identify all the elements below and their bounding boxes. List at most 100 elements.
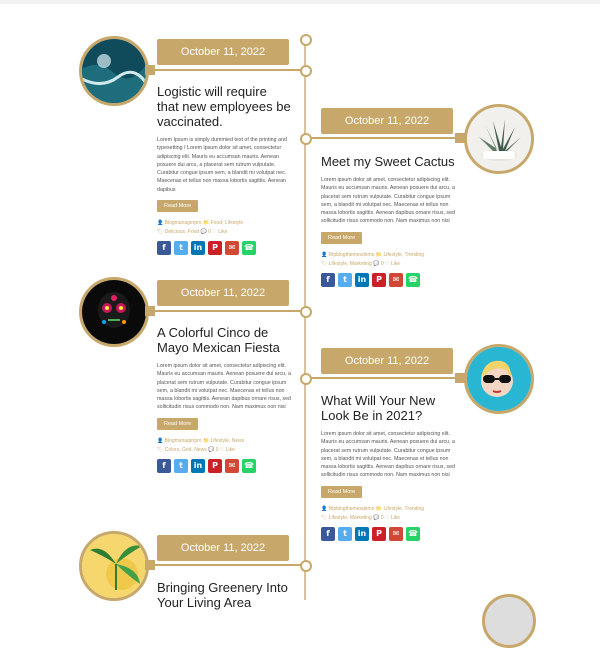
comment-icon: 💬 <box>200 229 207 236</box>
pinterest-icon[interactable]: P <box>372 272 386 287</box>
heart-icon: ♡ <box>385 260 390 267</box>
facebook-icon[interactable]: f <box>321 272 335 287</box>
gmail-icon[interactable]: ✉ <box>225 241 239 256</box>
whatsapp-icon[interactable]: ☎ <box>406 272 420 287</box>
post-date: October 11, 2022 <box>157 280 289 306</box>
linkedin-icon[interactable]: in <box>355 526 369 541</box>
comment-count[interactable]: 0 <box>381 261 384 267</box>
post-title[interactable]: Meet my Sweet Cactus <box>321 154 455 169</box>
comment-icon: 💬 <box>373 514 380 521</box>
post-meta: 👤 Blogmanagerpro 📁 Lifestyle, News 🏷 Col… <box>157 437 291 455</box>
like-button[interactable]: Like <box>226 447 235 453</box>
post-thumbnail[interactable] <box>79 531 149 601</box>
share-bar: f t in P ✉ ☎ <box>157 458 291 473</box>
share-bar: f t in P ✉ ☎ <box>321 526 455 541</box>
twitter-icon[interactable]: t <box>338 272 352 287</box>
post-author[interactable]: Wpblogthemesdemo <box>329 506 375 512</box>
post-thumbnail[interactable] <box>482 594 536 648</box>
tag-icon: 🏷 <box>157 446 164 453</box>
post-excerpt: Lorem ipsum dolor sit amet, consectetur … <box>321 431 455 479</box>
timeline-branch <box>155 310 304 312</box>
gmail-icon[interactable]: ✉ <box>225 458 239 473</box>
post-categories[interactable]: Food, Lifestyle <box>211 220 244 226</box>
post-title[interactable]: Logistic will require that new employees… <box>157 84 291 129</box>
post-categories[interactable]: Lifestyle, Trending <box>384 252 425 258</box>
folder-icon: 📁 <box>375 251 383 258</box>
gmail-icon[interactable]: ✉ <box>389 272 403 287</box>
like-button[interactable]: Like <box>391 515 400 521</box>
post-author[interactable]: Blogmanagerpro <box>165 438 202 444</box>
whatsapp-icon[interactable]: ☎ <box>242 241 256 256</box>
timeline-start-node <box>300 34 312 46</box>
whatsapp-icon[interactable]: ☎ <box>406 526 420 541</box>
post-meta: 👤 Wpblogthemesdemo 📁 Lifestyle, Trending… <box>321 251 455 269</box>
post-card: Logistic will require that new employees… <box>157 84 291 256</box>
read-more-button[interactable]: Read More <box>321 485 363 498</box>
user-icon: 👤 <box>157 437 164 444</box>
linkedin-icon[interactable]: in <box>355 272 369 287</box>
twitter-icon[interactable]: t <box>174 241 188 256</box>
read-more-button[interactable]: Read More <box>157 417 199 430</box>
comment-count[interactable]: 0 <box>381 515 384 521</box>
post-categories[interactable]: Lifestyle, Trending <box>384 506 425 512</box>
post-excerpt: Lorem Ipsum is simply dummied text of th… <box>157 137 287 193</box>
post-meta: 👤 Wpblogthemesdemo 📁 Lifestyle, Trending… <box>321 505 455 523</box>
twitter-icon[interactable]: t <box>338 526 352 541</box>
pinterest-icon[interactable]: P <box>208 241 222 256</box>
comment-count[interactable]: 0 <box>208 229 211 235</box>
post-date: October 11, 2022 <box>321 348 453 374</box>
share-bar: f t in P ✉ ☎ <box>321 272 455 287</box>
like-button[interactable]: Like <box>218 229 227 235</box>
comment-icon: 💬 <box>373 260 380 267</box>
comment-icon: 💬 <box>208 446 215 453</box>
post-card: Meet my Sweet Cactus Lorem ipsum dolor s… <box>321 154 455 287</box>
post-excerpt: Lorem ipsum dolor sit amet, consectetur … <box>157 363 291 411</box>
avatar-connector <box>455 133 465 143</box>
facebook-icon[interactable]: f <box>157 241 171 256</box>
post-title[interactable]: Bringing Greenery Into Your Living Area <box>157 580 291 610</box>
post-categories[interactable]: Lifestyle, News <box>211 438 245 444</box>
facebook-icon[interactable]: f <box>321 526 335 541</box>
post-thumbnail[interactable] <box>79 36 149 106</box>
post-date: October 11, 2022 <box>157 535 289 561</box>
timeline-line <box>304 40 306 600</box>
linkedin-icon[interactable]: in <box>191 241 205 256</box>
post-author[interactable]: Wpblogthemesdemo <box>329 252 375 258</box>
post-date: October 11, 2022 <box>157 39 289 65</box>
post-title[interactable]: A Colorful Cinco de Mayo Mexican Fiesta <box>157 325 291 355</box>
post-title[interactable]: What Will Your New Look Be in 2021? <box>321 393 455 423</box>
twitter-icon[interactable]: t <box>174 458 188 473</box>
post-tags[interactable]: Lifestyle, Marketing <box>329 515 372 521</box>
folder-icon: 📁 <box>202 220 210 227</box>
folder-icon: 📁 <box>375 505 383 512</box>
post-tags[interactable]: Lifestyle, Marketing <box>329 261 372 267</box>
linkedin-icon[interactable]: in <box>191 458 205 473</box>
avatar-connector <box>455 373 465 383</box>
user-icon: 👤 <box>157 220 164 227</box>
post-thumbnail[interactable] <box>464 104 534 174</box>
post-author[interactable]: Blogmanagerpro <box>165 220 202 226</box>
read-more-button[interactable]: Read More <box>321 231 363 244</box>
facebook-icon[interactable]: f <box>157 458 171 473</box>
post-thumbnail[interactable] <box>79 277 149 347</box>
heart-icon: ♡ <box>212 229 217 236</box>
timeline-branch <box>155 69 304 71</box>
whatsapp-icon[interactable]: ☎ <box>242 458 256 473</box>
timeline-branch <box>155 564 304 566</box>
timeline-branch <box>306 377 455 379</box>
tag-icon: 🏷 <box>321 260 328 267</box>
post-card: A Colorful Cinco de Mayo Mexican Fiesta … <box>157 325 291 473</box>
timeline-node <box>300 560 312 572</box>
heart-icon: ♡ <box>219 446 225 453</box>
pinterest-icon[interactable]: P <box>208 458 222 473</box>
post-thumbnail[interactable] <box>464 344 534 414</box>
post-tags[interactable]: Delicious, Food <box>165 229 199 235</box>
gmail-icon[interactable]: ✉ <box>389 526 403 541</box>
like-button[interactable]: Like <box>391 261 400 267</box>
read-more-button[interactable]: Read More <box>157 200 199 213</box>
post-meta: 👤 Blogmanagerpro 📁 Food, Lifestyle 🏷 Del… <box>157 219 291 237</box>
post-tags[interactable]: Colors, Grid, News <box>165 447 207 453</box>
pinterest-icon[interactable]: P <box>372 526 386 541</box>
timeline-node <box>300 133 312 145</box>
comment-count[interactable]: 0 <box>216 447 219 453</box>
